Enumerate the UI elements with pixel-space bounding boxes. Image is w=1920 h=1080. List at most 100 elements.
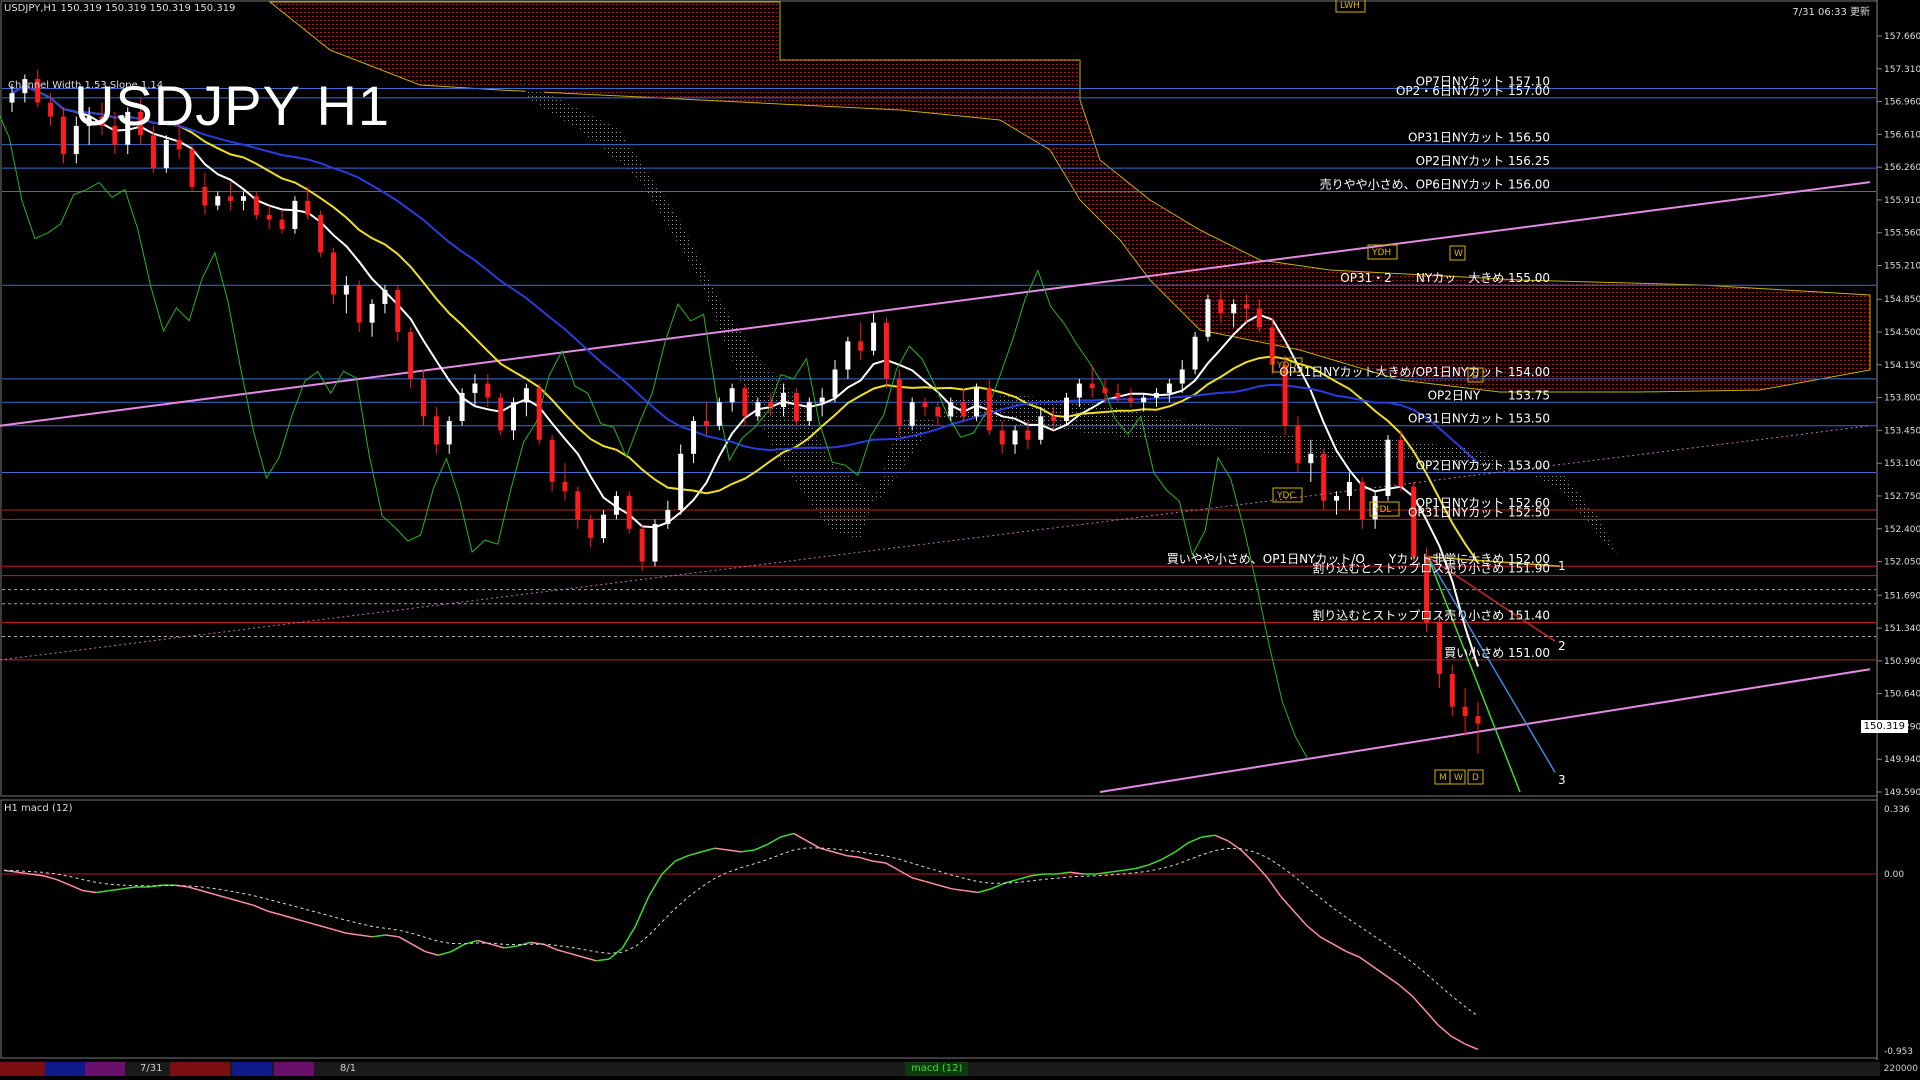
macd-segment xyxy=(1306,925,1321,938)
y-tick-label: 153.450 xyxy=(1884,426,1920,436)
candle-body xyxy=(588,519,594,539)
candle-body xyxy=(1218,299,1224,314)
candle-body xyxy=(896,378,902,426)
macd-segment xyxy=(1017,875,1031,881)
candle-body xyxy=(703,421,709,426)
macd-label: H1 macd (12) xyxy=(4,803,73,814)
timeframe-bar[interactable]: 7/31 8/1 macd (12) 220000 xyxy=(0,1062,1918,1076)
macd-segment xyxy=(846,854,860,859)
y-tick-label: 155.210 xyxy=(1884,262,1920,272)
candle-body xyxy=(1308,453,1314,464)
y-tick-label: 157.660 xyxy=(1884,32,1920,42)
macd-segment xyxy=(938,884,952,890)
current-price-tag: 150.319 xyxy=(1860,720,1908,733)
candle-body xyxy=(1076,383,1082,398)
channel-lower-line xyxy=(1099,668,1871,793)
level-box-label: W xyxy=(1454,249,1463,259)
y-tick-label: 152.750 xyxy=(1884,492,1920,502)
candle-body xyxy=(549,439,555,482)
macd-segment xyxy=(398,936,413,945)
macd-segment xyxy=(424,950,439,957)
macd-bottom-label: -0.953 xyxy=(1884,1047,1913,1057)
candle-body xyxy=(1321,453,1327,501)
y-tick-label: 149.590 xyxy=(1884,788,1920,798)
tf-seg-4 xyxy=(170,1062,230,1076)
macd-segment xyxy=(109,888,123,892)
macd-segment xyxy=(332,928,347,934)
macd-segment xyxy=(227,897,242,903)
macd-segment xyxy=(504,945,518,949)
candle-body xyxy=(1334,495,1340,501)
y-tick-label: 150.640 xyxy=(1884,690,1920,700)
level-annotation: OP31・2 NYカッ 大きめ 155.00 xyxy=(1340,271,1550,285)
candle-body xyxy=(793,392,799,422)
y-tick-label: 156.260 xyxy=(1884,163,1920,173)
candle-body xyxy=(202,186,208,206)
candle-body xyxy=(1025,430,1031,440)
candle-body xyxy=(613,495,619,515)
macd-signal-line xyxy=(3,847,1479,1017)
candle-body xyxy=(1179,369,1185,384)
macd-segment xyxy=(214,893,228,899)
y-tick-label: 149.940 xyxy=(1884,755,1920,765)
macd-tab[interactable]: macd (12) xyxy=(905,1062,969,1076)
macd-segment xyxy=(188,886,202,892)
candle-body xyxy=(446,421,452,445)
macd-segment xyxy=(201,889,215,896)
macd-top-label: 0.336 xyxy=(1884,805,1910,815)
macd-segment xyxy=(1398,984,1413,997)
macd-segment xyxy=(1438,1024,1453,1038)
y-tick-label: 154.150 xyxy=(1884,361,1920,371)
candle-body xyxy=(973,388,979,417)
candle-body xyxy=(536,388,542,440)
fan-label: 3 xyxy=(1558,773,1566,787)
macd-segment xyxy=(1188,836,1202,844)
fan-line-4 xyxy=(1427,556,1521,793)
level-annotation: OP2・6日NYカット 157.00 xyxy=(1396,84,1550,98)
macd-segment xyxy=(96,889,110,894)
candle-body xyxy=(433,416,439,445)
candle-body xyxy=(472,383,478,393)
macd-segment xyxy=(267,910,281,916)
macd-segment xyxy=(1253,862,1268,879)
candle-body xyxy=(1295,425,1301,464)
level-box-label: YDH xyxy=(1371,248,1391,258)
main-chart[interactable]: 123 OP7日NYカット 157.10OP2・6日NYカット 157.00OP… xyxy=(0,0,1920,1080)
candle-body xyxy=(330,252,336,295)
macd-segment xyxy=(82,889,97,894)
macd-segment xyxy=(359,934,373,938)
candle-body xyxy=(999,430,1005,445)
macd-segment xyxy=(319,925,334,931)
macd-segment xyxy=(964,889,978,894)
candle-body xyxy=(279,219,285,229)
candle-body xyxy=(305,200,311,215)
macd-segment xyxy=(1109,869,1123,873)
macd-segment xyxy=(306,921,321,927)
y-tick-label: 157.310 xyxy=(1884,65,1920,75)
y-tick-label: 152.050 xyxy=(1884,558,1920,568)
candle-body xyxy=(845,341,851,370)
candle-body xyxy=(626,495,632,529)
macd-segment xyxy=(1411,995,1426,1012)
candle-body xyxy=(1128,397,1134,403)
macd-segment xyxy=(832,851,847,857)
tf-date-1: 7/31 xyxy=(140,1063,163,1074)
macd-segment xyxy=(438,950,452,957)
candle-body xyxy=(421,378,427,417)
level-annotation: 割り込むとストップロス売り小さめ 151.40 xyxy=(1312,607,1550,622)
candle-body xyxy=(575,491,581,520)
candle-body xyxy=(382,289,388,304)
candle-body xyxy=(176,139,182,150)
macd-segment xyxy=(990,882,1005,890)
macd-segment xyxy=(1293,910,1308,927)
candle-body xyxy=(948,402,954,417)
candle-body xyxy=(1115,392,1121,398)
level-box-label: YDL xyxy=(1373,505,1391,515)
macd-segment xyxy=(701,847,715,853)
candle-body xyxy=(48,102,54,117)
macd-segment xyxy=(1174,842,1189,853)
candle-body xyxy=(678,453,684,511)
macd-segment xyxy=(253,904,268,912)
macd-segment xyxy=(1240,849,1255,864)
candle-body xyxy=(1051,416,1057,422)
